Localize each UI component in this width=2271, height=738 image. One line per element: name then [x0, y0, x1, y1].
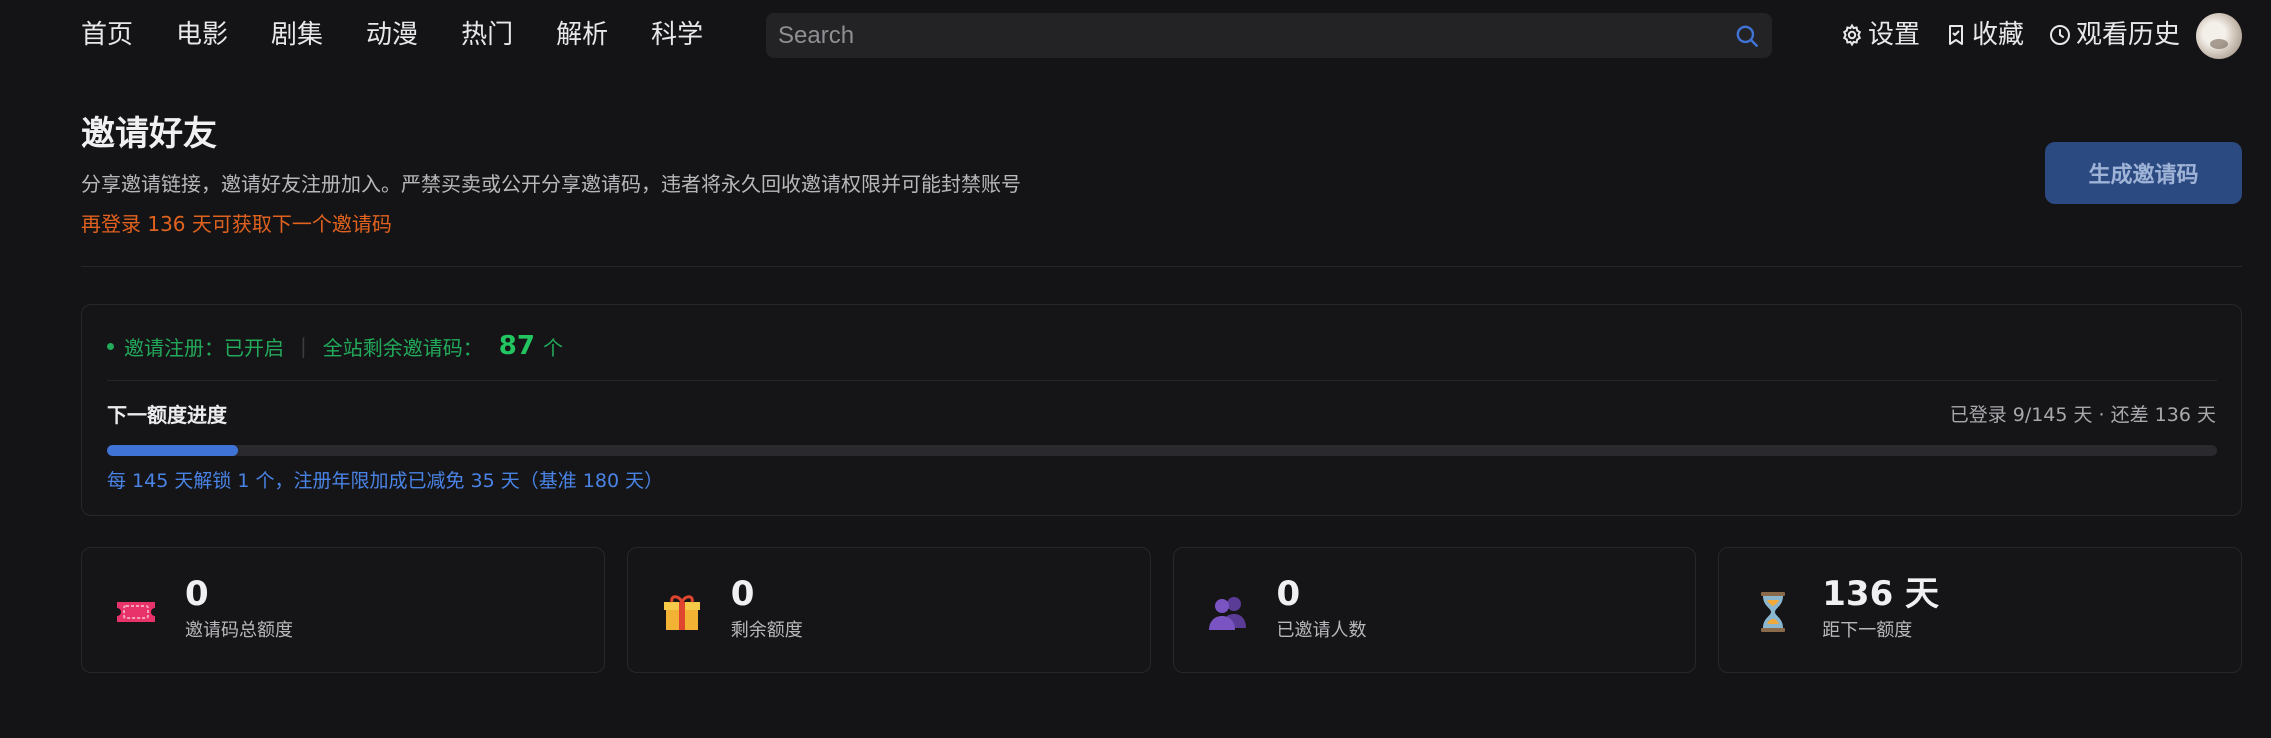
card-divider — [107, 380, 2217, 381]
stat-label: 已邀请人数 — [1276, 620, 1367, 641]
nav-item-science[interactable]: 科学 — [651, 16, 703, 54]
next-code-notice: 再登录 136 天可获取下一个邀请码 — [81, 212, 392, 236]
search-box — [766, 13, 1772, 58]
progress-bar-fill — [107, 445, 238, 456]
progress-title: 下一额度进度 — [107, 403, 227, 427]
stat-card-remaining-quota: 0 剩余额度 — [626, 547, 1151, 673]
remaining-label: 全站剩余邀请码： — [322, 335, 483, 360]
favorites-label: 收藏 — [1972, 20, 2025, 50]
stat-value: 0 — [1276, 574, 1301, 614]
gear-icon — [1842, 23, 1862, 47]
ticket-icon — [117, 602, 155, 622]
registration-status: 邀请注册：已开启 — [124, 335, 284, 360]
main-nav: 首页 电影 剧集 动漫 热门 解析 科学 — [81, 16, 746, 54]
search-icon[interactable] — [1734, 23, 1760, 49]
stat-value: 136 天 — [1822, 574, 1940, 614]
stat-value: 0 — [730, 574, 755, 614]
nav-item-home[interactable]: 首页 — [81, 16, 133, 54]
nav-item-anime[interactable]: 动漫 — [366, 16, 418, 54]
stats-row: 0 邀请码总额度 0 剩余额度 0 已邀请人数 136 天 距下一额度 — [81, 547, 2242, 673]
stat-card-next-quota: 136 天 距下一额度 — [1718, 547, 2242, 673]
nav-item-analysis[interactable]: 解析 — [556, 16, 608, 54]
clock-icon — [2050, 25, 2071, 45]
stat-card-total-quota: 0 邀请码总额度 — [81, 547, 605, 673]
nav-item-series[interactable]: 剧集 — [271, 16, 323, 54]
progress-meta: 已登录 9/145 天 · 还差 136 天 — [1949, 404, 2216, 426]
nav-item-trending[interactable]: 热门 — [461, 16, 513, 54]
hourglass-icon — [1761, 592, 1786, 632]
stat-label: 邀请码总额度 — [185, 620, 293, 641]
progress-note: 每 145 天解锁 1 个，注册年限加成已减免 35 天（基准 180 天） — [107, 470, 664, 492]
stat-label: 剩余额度 — [730, 620, 803, 641]
stat-card-invited-count: 0 已邀请人数 — [1172, 547, 1697, 673]
stat-value: 0 — [185, 574, 209, 614]
nav-item-movies[interactable]: 电影 — [176, 16, 228, 54]
favorites-link[interactable]: 收藏 — [1944, 16, 2024, 54]
remaining-unit: 个 — [542, 335, 563, 360]
search-input[interactable] — [778, 13, 1698, 58]
page-title: 邀请好友 — [81, 114, 217, 154]
remaining-count: 87 — [498, 331, 535, 361]
top-actions: 设置 收藏 观看历史 — [1840, 16, 2204, 54]
settings-label: 设置 — [1868, 20, 1921, 50]
generate-invite-code-button[interactable]: 生成邀请码 — [2045, 142, 2242, 204]
users-icon — [1208, 597, 1246, 630]
history-label: 观看历史 — [2076, 20, 2181, 50]
status-row: 邀请注册：已开启 | 全站剩余邀请码： 87 个 — [107, 331, 563, 361]
top-bar: 首页 电影 剧集 动漫 热门 解析 科学 设置 收藏 — [0, 0, 2271, 72]
stat-label: 距下一额度 — [1822, 620, 1913, 641]
settings-link[interactable]: 设置 — [1840, 16, 1920, 54]
header-divider — [81, 266, 2242, 267]
history-link[interactable]: 观看历史 — [2048, 16, 2180, 54]
avatar[interactable] — [2196, 13, 2242, 59]
bookmark-check-icon — [1949, 25, 1964, 45]
page-description: 分享邀请链接，邀请好友注册加入。严禁买卖或公开分享邀请码，违者将永久回收邀请权限… — [81, 172, 1021, 196]
progress-bar — [107, 445, 2217, 456]
status-separator: | — [300, 334, 307, 358]
invite-status-card: 邀请注册：已开启 | 全站剩余邀请码： 87 个 下一额度进度 已登录 9/14… — [81, 304, 2242, 516]
status-dot-icon — [107, 342, 114, 350]
gift-icon — [663, 595, 700, 630]
